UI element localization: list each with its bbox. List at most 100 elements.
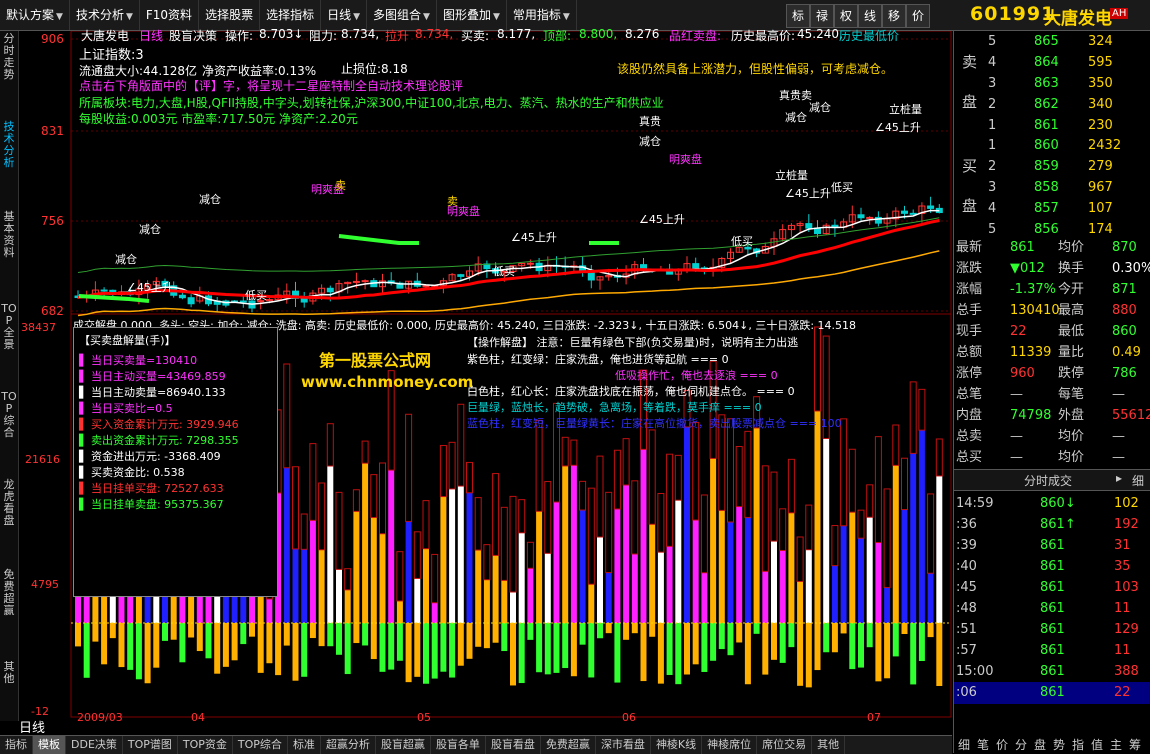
bottom-tab-10[interactable]: 股盲看盘 <box>486 736 541 754</box>
top-label: 顶部: <box>543 29 572 43</box>
bottom-tab-12[interactable]: 深市看盘 <box>596 736 651 754</box>
volume-bar <box>823 438 830 623</box>
toolbar-button-4[interactable]: 移 <box>882 4 906 28</box>
stat-row: 涨停 960 跌停 786 <box>954 363 1150 385</box>
red-buy-label: 品红卖盘: <box>669 29 722 43</box>
bottom-tab-8[interactable]: 股盲超赢 <box>376 736 431 754</box>
tick-price: 861 <box>1040 643 1065 658</box>
bottom-tab-2[interactable]: DDE决策 <box>66 736 123 754</box>
left-tab-4[interactable]: TOP综合 <box>1 391 17 439</box>
right-bottom-tab-7[interactable]: 值 <box>1091 736 1103 753</box>
right-bottom-tab-8[interactable]: 主 <box>1110 736 1122 753</box>
bottom-tab-14[interactable]: 神棱席位 <box>702 736 758 754</box>
menu-7[interactable]: 图形叠加 ▼ <box>437 0 507 30</box>
right-bottom-tab-2[interactable]: 价 <box>996 736 1008 753</box>
left-tab-2[interactable]: 基本资料 <box>1 211 17 259</box>
toolbar-button-0[interactable]: 标 <box>786 4 810 28</box>
volume-bar <box>666 546 673 623</box>
tick-row: 15:00 861 388 <box>954 661 1150 683</box>
hist-high-label: 历史最高价: <box>731 29 796 43</box>
bottom-tab-9[interactable]: 股盲各单 <box>431 736 486 754</box>
menu-5[interactable]: 日线 ▼ <box>321 0 368 30</box>
toolbar-button-3[interactable]: 线 <box>858 4 882 28</box>
menu-3[interactable]: 选择股票 <box>199 0 261 30</box>
buy-value: 8.177, <box>497 27 536 41</box>
left-tab-3[interactable]: TOP全景 <box>1 303 17 351</box>
volume-outline <box>492 473 500 556</box>
left-tab-7[interactable]: 其他 <box>1 661 17 685</box>
volume-neg-bar <box>396 623 403 661</box>
toolbar-button-5[interactable]: 价 <box>906 4 930 28</box>
volume-bar <box>814 410 821 623</box>
ticks-detail-button[interactable]: 细 <box>1132 472 1144 489</box>
bottom-tab-bar: 指标 模板 DDE决策 TOP谱图 TOP资金 TOP综合 标准 超赢分析 股盲超赢 股盲各单 股盲… <box>0 735 952 754</box>
right-bottom-tab-0[interactable]: 细 <box>958 736 970 753</box>
volume-bar <box>179 595 186 623</box>
bottom-tab-3[interactable]: TOP谱图 <box>123 736 178 754</box>
toolbar-button-2[interactable]: 权 <box>834 4 858 28</box>
bottom-tab-5[interactable]: TOP综合 <box>233 736 288 754</box>
volume-neg-bar <box>684 623 690 675</box>
infobox-row: ▌ 资金进出万元: -3368.409 <box>79 450 221 463</box>
stat-row: 涨幅 -1.37% 今开 871 <box>954 279 1150 301</box>
right-bottom-tab-4[interactable]: 盘 <box>1034 736 1046 753</box>
right-bottom-tab-3[interactable]: 分 <box>1015 736 1027 753</box>
volume-outline <box>596 455 604 538</box>
volume-bar <box>866 517 873 623</box>
volume-neg-bar <box>718 623 725 650</box>
left-tab-5[interactable]: 龙虎看盘 <box>1 479 17 527</box>
volume-bar <box>518 532 525 623</box>
op-box-line: 白色柱，红心长：庄家洗盘找底在振荡，俺也伺机建点仓。 === 0 <box>467 385 795 398</box>
ticks-toggle-icon[interactable]: ▸ <box>1116 471 1122 485</box>
volume-neg-bar <box>153 623 160 668</box>
volume-bar <box>379 533 386 623</box>
order-price: 857 <box>1034 201 1059 216</box>
volume-neg-bar <box>649 623 656 637</box>
menu-4[interactable]: 选择指标 <box>260 0 322 30</box>
volume-bar <box>527 568 534 623</box>
menu-1[interactable]: 技术分析 ▼ <box>70 0 140 30</box>
chart-annotation: 低买 <box>831 181 853 194</box>
right-bottom-tab-1[interactable]: 笔 <box>977 736 989 753</box>
bottom-tab-16[interactable]: 其他 <box>812 736 846 754</box>
chart-annotation: 立桩量 <box>889 103 922 116</box>
bottom-tab-6[interactable]: 标准 <box>288 736 321 754</box>
candle-body <box>326 287 334 293</box>
volume-bar <box>283 467 290 623</box>
volume-neg-bar <box>431 623 438 679</box>
volume-outline <box>901 457 908 511</box>
menu-2[interactable]: F10资料 <box>140 0 200 30</box>
bottom-tab-7[interactable]: 超赢分析 <box>321 736 376 754</box>
bottom-tab-4[interactable]: TOP资金 <box>178 736 233 754</box>
volume-neg-bar <box>501 623 508 652</box>
volume-neg-bar <box>483 623 490 649</box>
infobox-row: ▌ 当日主动卖量=86940.133 <box>79 386 226 399</box>
right-bottom-tab-6[interactable]: 指 <box>1072 736 1084 753</box>
tick-price: 861 <box>1040 538 1065 553</box>
bottom-tab-11[interactable]: 免费超赢 <box>541 736 596 754</box>
stat-label: 总卖 <box>956 429 983 444</box>
menu-8[interactable]: 常用指标 ▼ <box>507 0 577 30</box>
volume-neg-bar <box>710 623 717 661</box>
volume-neg-bar <box>875 623 882 682</box>
stat-label: 涨停 <box>956 366 983 381</box>
menu-6[interactable]: 多图组合 ▼ <box>367 0 437 30</box>
bottom-tab-0[interactable]: 指标 <box>0 736 33 754</box>
volume-neg-bar <box>240 623 247 645</box>
bottom-tab-1[interactable]: 模板 <box>33 736 66 754</box>
menu-0[interactable]: 默认方案 ▼ <box>0 0 70 30</box>
volume-bar <box>779 550 786 623</box>
toolbar-button-1[interactable]: 禄 <box>810 4 834 28</box>
sell-row: 2 862 340 <box>954 94 1150 116</box>
left-tab-6[interactable]: 免费超赢 <box>1 569 17 617</box>
chart-period: 日线 <box>139 29 164 43</box>
left-tab-1[interactable]: 技术分析 <box>1 121 17 169</box>
bottom-tab-13[interactable]: 神棱K线 <box>651 736 703 754</box>
volume-neg-bar <box>727 623 734 656</box>
menu-list: 默认方案 ▼ 技术分析 ▼ F10资料 选择股票 选择指标 日线 ▼ 多图组合 ▼ 图形叠加 ▼ 常用指标… <box>0 0 577 30</box>
right-bottom-tab-9[interactable]: 筹 <box>1129 736 1141 753</box>
left-tab-0[interactable]: 分时走势 <box>1 33 17 81</box>
stat-value: — <box>1112 429 1125 444</box>
right-bottom-tab-5[interactable]: 势 <box>1053 736 1065 753</box>
bottom-tab-15[interactable]: 席位交易 <box>757 736 813 754</box>
